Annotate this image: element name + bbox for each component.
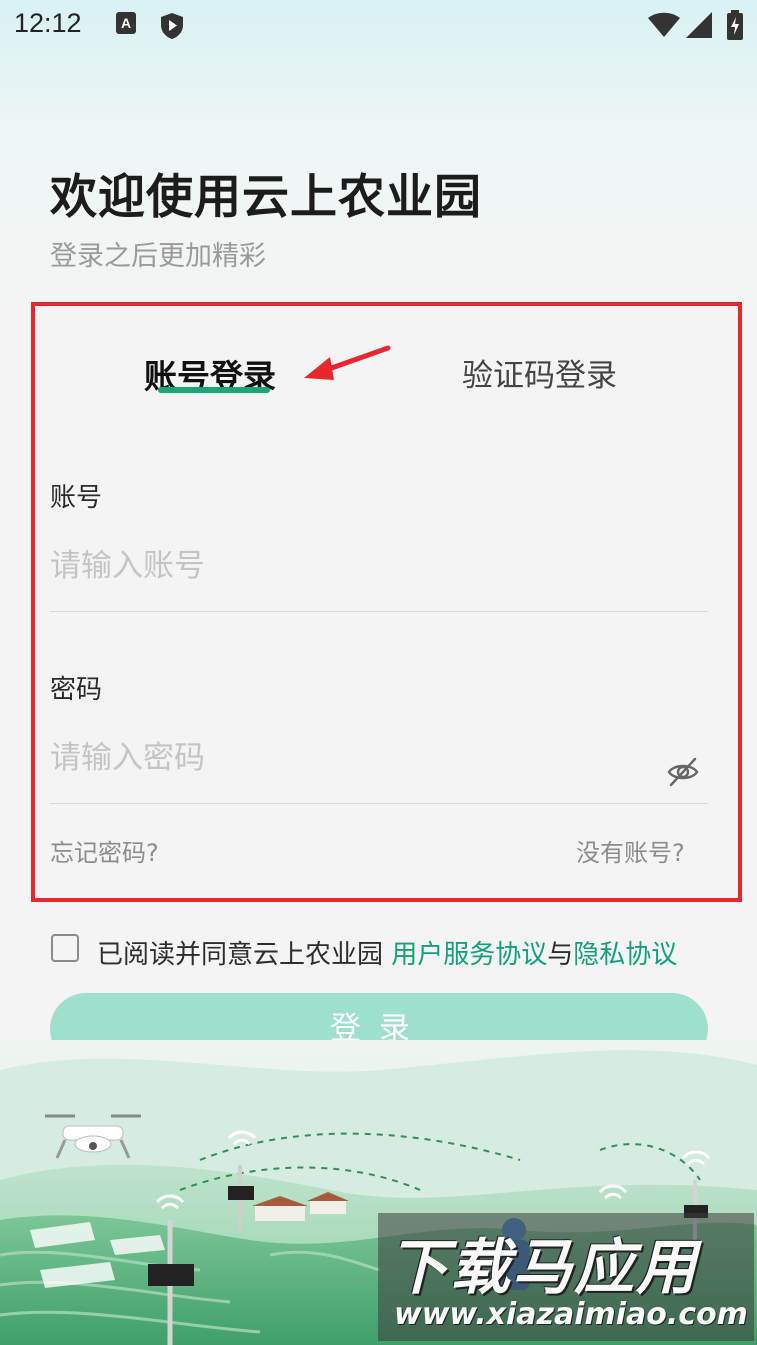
annotation-arrow-icon [304, 345, 391, 380]
page-title: 欢迎使用云上农业园 [50, 170, 482, 225]
account-input[interactable] [50, 540, 650, 592]
no-account-link[interactable]: 没有账号? [576, 833, 685, 868]
watermark-title: 下载马应用 [388, 1233, 698, 1303]
shield-play-icon [161, 13, 183, 39]
agreement-prefix: 已阅读并同意云上农业园 [97, 940, 392, 970]
battery-charging-icon [727, 10, 743, 40]
agreement-checkbox[interactable] [51, 934, 79, 962]
tab-sms-code-login[interactable]: 验证码登录 [462, 350, 617, 395]
wifi-icon [648, 12, 680, 37]
status-bar: 12:12 A [0, 0, 757, 52]
signal-icon [686, 12, 712, 38]
privacy-policy-link[interactable]: 隐私协议 [573, 940, 677, 970]
account-label: 账号 [50, 483, 103, 513]
page-subtitle: 登录之后更加精彩 [50, 241, 266, 272]
active-tab-indicator [158, 387, 270, 393]
watermark-url: www.xiazaimiao.com [394, 1297, 748, 1332]
annotation-highlight-box [31, 302, 742, 902]
account-divider [50, 611, 708, 612]
eye-off-icon[interactable] [666, 755, 700, 789]
password-input[interactable] [50, 732, 650, 784]
watermark: 下载马应用 www.xiazaimiao.com [378, 1213, 754, 1341]
user-agreement-link[interactable]: 用户服务协议 [391, 940, 547, 970]
forgot-password-link[interactable]: 忘记密码? [50, 833, 159, 868]
agreement-text: 已阅读并同意云上农业园 用户服务协议与隐私协议 [97, 934, 677, 971]
a-icon: A [116, 12, 136, 34]
password-label: 密码 [50, 675, 103, 705]
password-divider [50, 803, 708, 804]
status-time: 12:12 [14, 8, 82, 38]
agreement-joiner: 与 [547, 940, 574, 970]
